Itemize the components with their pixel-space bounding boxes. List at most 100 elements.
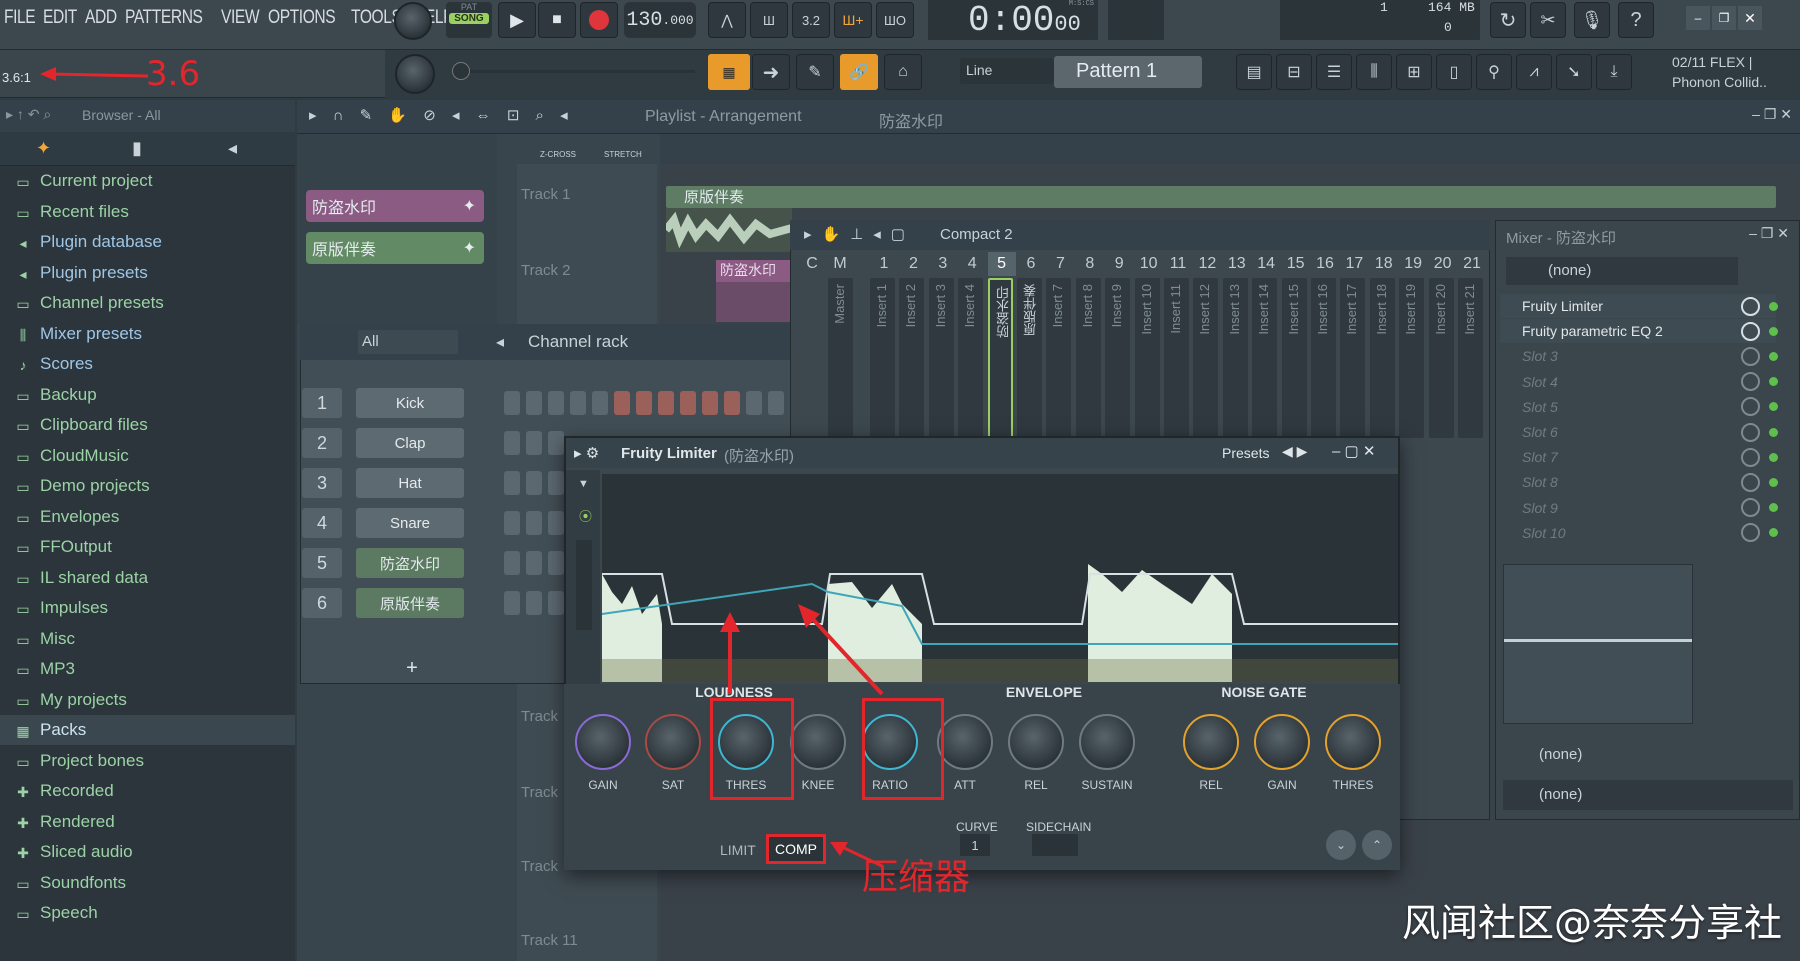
mix-knob-icon[interactable]	[1741, 321, 1760, 341]
knob-rel[interactable]	[1183, 714, 1239, 770]
mixer-strip[interactable]: Insert 1	[870, 278, 895, 438]
mix-knob-icon[interactable]	[1741, 296, 1760, 316]
channel-button[interactable]: Hat	[356, 468, 464, 498]
browser-item-2[interactable]: ◂ Plugin database	[0, 227, 295, 257]
piano-roll-icon[interactable]: ⊟	[1276, 54, 1312, 90]
mixer-track-number[interactable]: 10	[1135, 252, 1163, 276]
mixer-track-number[interactable]: 7	[1046, 252, 1074, 276]
pattern-selector[interactable]: Pattern 1	[1054, 56, 1202, 88]
stamp-icon[interactable]: ⌂	[884, 54, 922, 90]
link-icon[interactable]: 🔗	[840, 54, 878, 90]
browser-item-11[interactable]: ▭ Envelopes	[0, 502, 295, 532]
typing-keyboard-icon[interactable]: ▦	[708, 54, 750, 90]
metronome-icon[interactable]: ⋀	[708, 2, 746, 38]
mix-knob-icon[interactable]	[1741, 498, 1760, 518]
mixer-track-number[interactable]: 9	[1105, 252, 1133, 276]
step-button[interactable]	[504, 431, 520, 455]
browser-item-20[interactable]: ✚ Recorded	[0, 776, 295, 806]
send-select[interactable]: (none)	[1503, 780, 1793, 810]
effect-slot[interactable]: Slot 7	[1500, 445, 1778, 469]
mixer-strip[interactable]: Insert 14	[1252, 278, 1278, 438]
browser-item-1[interactable]: ▭ Recent files	[0, 197, 295, 227]
knob-sat[interactable]	[645, 714, 701, 770]
mixer-strip[interactable]: Insert 11	[1164, 278, 1189, 438]
menu-add[interactable]: ADD	[85, 7, 117, 29]
mixer-strip[interactable]: Insert 15	[1281, 278, 1307, 438]
position-slider[interactable]	[455, 70, 695, 73]
effect-slot[interactable]: Slot 6	[1500, 420, 1778, 444]
menu-options[interactable]: OPTIONS	[268, 7, 336, 29]
step-button[interactable]	[504, 471, 520, 495]
tab-files-icon[interactable]: ▮	[132, 138, 142, 159]
mixer-track-number[interactable]: 1	[870, 252, 898, 276]
step-button[interactable]	[526, 511, 542, 535]
step-button[interactable]	[680, 391, 696, 415]
step-button[interactable]	[548, 591, 564, 615]
mixer-track-number[interactable]: 12	[1193, 252, 1221, 276]
browser-item-16[interactable]: ▭ MP3	[0, 654, 295, 684]
mixer-strip[interactable]: Insert 3	[928, 278, 954, 438]
mixer-strip[interactable]: Insert 19	[1399, 278, 1425, 438]
master-volume-knob[interactable]	[394, 2, 432, 40]
browser-item-6[interactable]: ♪ Scores	[0, 349, 295, 379]
channel-number[interactable]: 1	[302, 388, 342, 418]
mixer-strip[interactable]: Insert 12	[1193, 278, 1219, 438]
mixer-strip[interactable]: Master	[828, 278, 853, 438]
channel-number[interactable]: 4	[302, 508, 342, 538]
mixer-strip[interactable]: Insert 8	[1075, 278, 1101, 438]
browser-item-0[interactable]: ▭ Current project	[0, 166, 295, 196]
loop-record-icon[interactable]: ШО	[876, 2, 914, 38]
channel-filter[interactable]: All	[358, 330, 458, 354]
step-button[interactable]	[768, 391, 784, 415]
effect-slot[interactable]: Slot 3	[1500, 344, 1778, 368]
effect-slot[interactable]: Slot 10	[1500, 521, 1778, 545]
cut-icon[interactable]: ✂	[1530, 2, 1566, 38]
browser-item-5[interactable]: ⫼ Mixer presets	[0, 319, 295, 349]
limit-mode-button[interactable]: LIMIT	[720, 842, 756, 858]
effect-slot[interactable]: Slot 5	[1500, 395, 1778, 419]
slot-enable-icon[interactable]	[1769, 326, 1778, 336]
pattern-clip-accompaniment[interactable]: 原版伴奏 ✦	[306, 232, 484, 264]
playlist-tools-icon[interactable]: ▸ ∩ ✎ ✋ ⊘ ◂ ⇔ ⊡ ⌕ ◂	[309, 106, 574, 124]
browser-item-8[interactable]: ▭ Clipboard files	[0, 410, 295, 440]
browser-item-15[interactable]: ▭ Misc	[0, 624, 295, 654]
mixer-track-number[interactable]: 14	[1252, 252, 1280, 276]
plugin-icon[interactable]: ⚲	[1476, 54, 1512, 90]
browser-item-4[interactable]: ▭ Channel presets	[0, 288, 295, 318]
close-icon[interactable]: ✕	[1738, 6, 1762, 30]
step-button[interactable]	[592, 391, 608, 415]
browser-item-21[interactable]: ✚ Rendered	[0, 807, 295, 837]
effect-slot[interactable]: Slot 4	[1500, 370, 1778, 394]
mixer-strip[interactable]: 原版伴奏	[1017, 278, 1042, 438]
mix-knob-icon[interactable]	[1741, 422, 1760, 442]
dropdown-icon[interactable]: ▼	[578, 478, 589, 490]
mixer-strip[interactable]: Insert 18	[1369, 278, 1395, 438]
step-button[interactable]	[526, 431, 542, 455]
mixer-icon[interactable]: ⫼	[1356, 54, 1392, 90]
track-1-label[interactable]: Track 1	[517, 186, 657, 203]
menu-file[interactable]: FILE	[4, 7, 36, 29]
preset-nav-icon[interactable]: ◀ ▶	[1282, 443, 1307, 460]
step-button[interactable]	[548, 391, 564, 415]
step-button[interactable]	[526, 591, 542, 615]
tab-all-icon[interactable]: ✦	[36, 138, 51, 159]
slot-enable-icon[interactable]	[1769, 351, 1778, 361]
mixer-strip[interactable]: Insert 9	[1105, 278, 1131, 438]
step-button[interactable]	[702, 391, 718, 415]
mixer-strip[interactable]: Insert 13	[1222, 278, 1248, 438]
knob-att[interactable]	[937, 714, 993, 770]
pencil-icon[interactable]: ✎	[796, 54, 834, 90]
view-icon[interactable]: ⦿	[579, 506, 592, 525]
stop-icon[interactable]: ■	[538, 2, 576, 38]
step-button[interactable]	[548, 511, 564, 535]
input-select[interactable]: (none)	[1506, 257, 1738, 285]
step-button[interactable]	[526, 471, 542, 495]
knob-knee[interactable]	[790, 714, 846, 770]
channel-button[interactable]: Snare	[356, 508, 464, 538]
comp-mode-button[interactable]: COMP	[766, 834, 826, 864]
step-button[interactable]	[504, 591, 520, 615]
step-button[interactable]	[548, 471, 564, 495]
time-display[interactable]: 0:0000 M:S:CS	[928, 0, 1098, 41]
audio-clip-watermark[interactable]: 防盗水印	[716, 260, 792, 282]
step-button[interactable]	[526, 391, 542, 415]
